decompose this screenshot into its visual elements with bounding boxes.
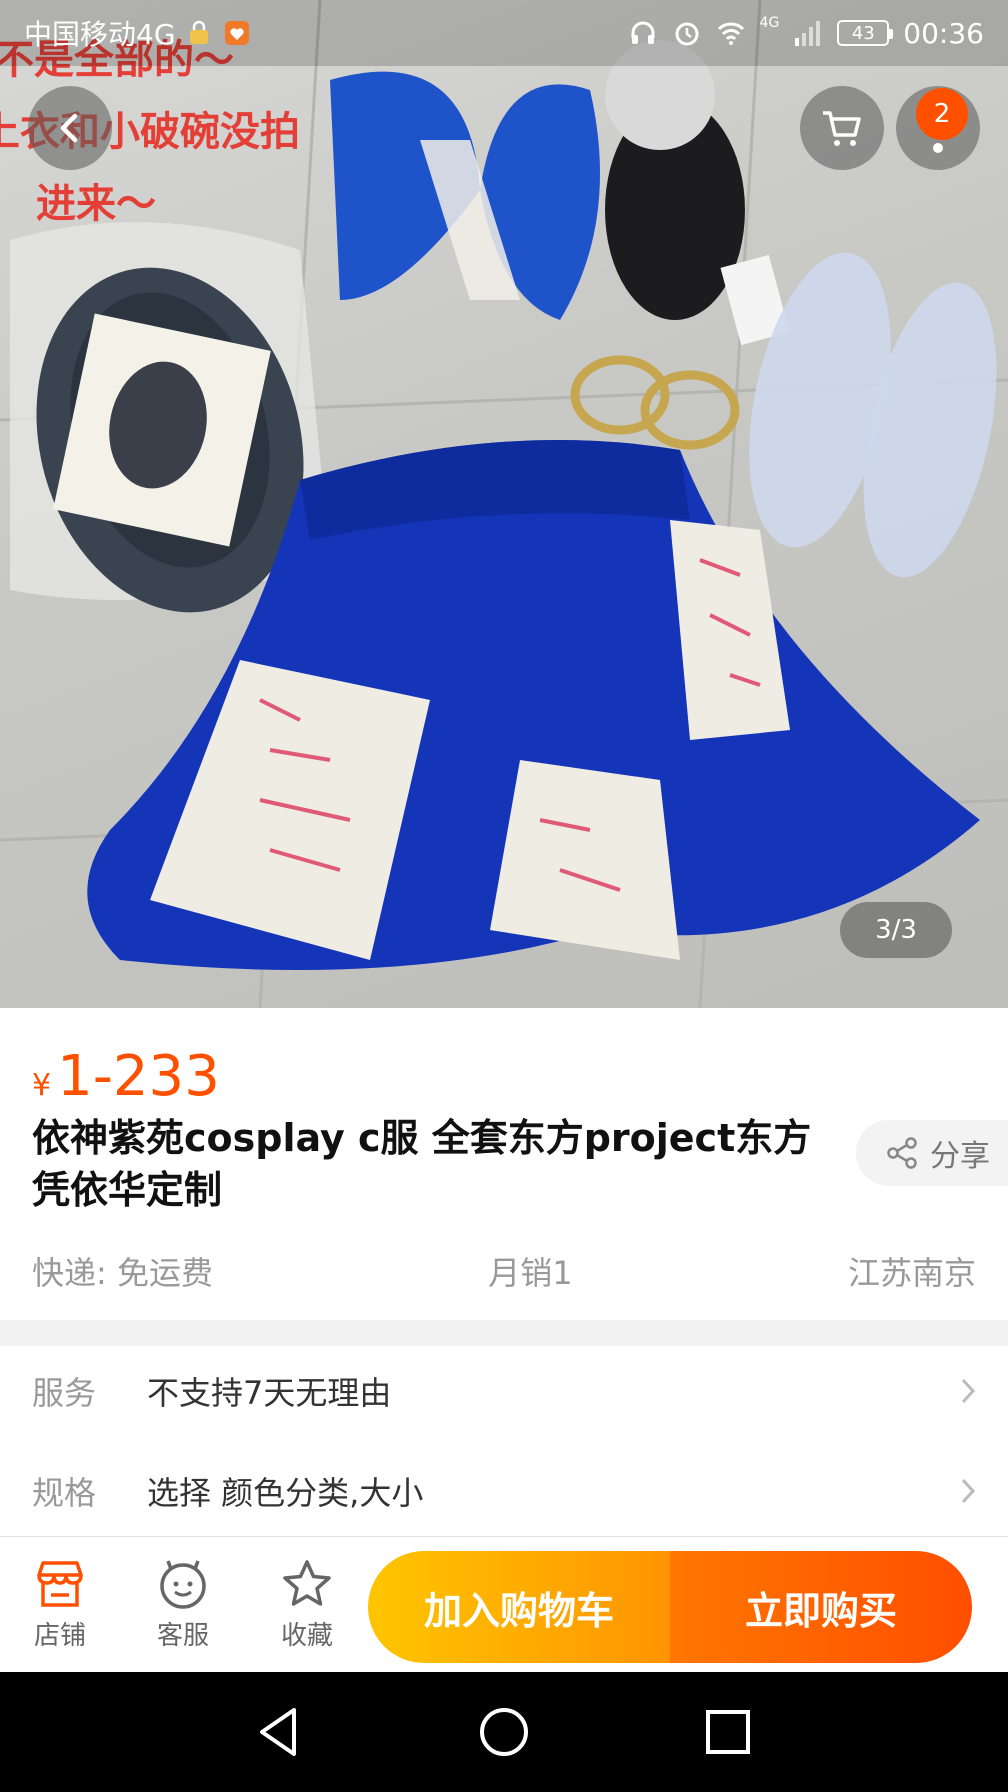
share-button[interactable]: 分享 xyxy=(856,1120,1008,1186)
shop-button[interactable]: 店铺 xyxy=(10,1559,110,1652)
customer-service-icon xyxy=(160,1560,206,1609)
customer-service-button[interactable]: 客服 xyxy=(133,1559,233,1652)
product-info-card: ¥ 1-233 依神紫苑cosplay c服 全套东方project东方凭依华定… xyxy=(0,1008,1008,1320)
shopping-cart-icon xyxy=(823,111,861,146)
chevron-left-icon xyxy=(60,113,78,143)
alarm-icon xyxy=(675,22,699,46)
spec-value: 选择 颜色分类,大小 xyxy=(147,1474,424,1512)
chevron-right-icon xyxy=(961,1378,976,1404)
add-to-cart-button[interactable]: 加入购物车 xyxy=(368,1551,670,1663)
headphones-icon xyxy=(631,21,655,44)
share-label: 分享 xyxy=(930,1139,990,1174)
service-label: 服务 xyxy=(32,1374,97,1412)
spec-label: 规格 xyxy=(32,1474,97,1512)
status-bar: 中国移动4G 4G 43 00:36 xyxy=(0,0,1008,66)
cart-button[interactable] xyxy=(800,86,884,170)
bottom-action-bar: 店铺 客服 收藏 加入购物车 立即购买 xyxy=(0,1536,1008,1672)
nav-back-icon[interactable] xyxy=(250,1702,310,1762)
network-type: 4G xyxy=(759,15,780,31)
carrier-name: 中国移动4G xyxy=(24,18,176,51)
nav-home-icon[interactable] xyxy=(474,1702,534,1762)
buy-now-button[interactable]: 立即购买 xyxy=(670,1551,972,1663)
shipping-info: 快递: 免运费 xyxy=(32,1254,213,1292)
options-panel: 服务 不支持7天无理由 规格 选择 颜色分类,大小 xyxy=(0,1346,1008,1536)
clock: 00:36 xyxy=(903,16,984,50)
chevron-right-icon xyxy=(961,1478,976,1504)
notification-lock-icon xyxy=(189,20,208,44)
product-title: 依神紫苑cosplay c服 全套东方project东方凭依华定制 xyxy=(32,1116,812,1212)
price-range: 1-233 xyxy=(57,1044,220,1109)
ship-from-location: 江苏南京 xyxy=(847,1254,976,1292)
photo-caption-3: 进来～ xyxy=(36,181,156,227)
battery-icon: 43 xyxy=(837,20,894,46)
signal-icon xyxy=(795,21,821,46)
more-dot-icon xyxy=(933,143,943,153)
monthly-sales: 月销1 xyxy=(488,1254,573,1292)
service-value: 不支持7天无理由 xyxy=(147,1374,392,1412)
star-icon xyxy=(283,1560,331,1606)
spec-row[interactable]: 规格 选择 颜色分类,大小 xyxy=(0,1446,1008,1536)
nav-recents-icon[interactable] xyxy=(698,1702,758,1762)
shop-icon xyxy=(37,1561,83,1607)
share-icon xyxy=(887,1137,917,1169)
wifi-icon xyxy=(717,22,744,45)
shop-label: 店铺 xyxy=(33,1621,86,1651)
service-row[interactable]: 服务 不支持7天无理由 xyxy=(0,1346,1008,1436)
product-meta: 快递: 免运费 月销1 江苏南京 xyxy=(32,1248,976,1294)
favorite-button[interactable]: 收藏 xyxy=(257,1559,357,1652)
currency-symbol: ¥ xyxy=(32,1068,52,1103)
back-button[interactable] xyxy=(28,86,112,170)
favorite-label: 收藏 xyxy=(280,1621,333,1651)
price: ¥ 1-233 xyxy=(32,1044,220,1109)
system-navigation-bar xyxy=(0,1672,1008,1792)
cart-count-badge: 2 xyxy=(916,88,968,140)
customer-service-label: 客服 xyxy=(156,1621,209,1651)
gallery-pagination: 3/3 xyxy=(840,902,952,958)
notification-app-icon xyxy=(224,21,249,45)
